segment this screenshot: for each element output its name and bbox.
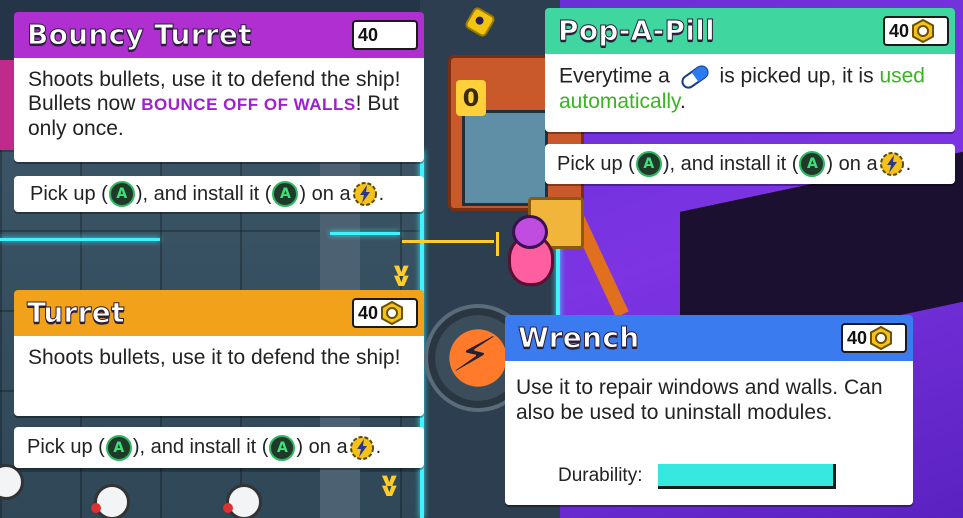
card-wrench: Wrench 40 Use it to repair windows and w… xyxy=(505,315,913,505)
enemy-robot xyxy=(223,484,262,518)
instruction-text: . xyxy=(378,182,385,205)
instruction-text: ), and install it ( xyxy=(132,436,269,458)
install-instructions: Pick up ( A ), and install it ( A ) on a… xyxy=(14,176,424,212)
hex-nut-icon xyxy=(380,301,404,325)
card-title: Turret xyxy=(27,296,125,330)
instruction-text: Pick up ( xyxy=(557,152,635,175)
lightning-slot-icon xyxy=(879,151,905,177)
lightning-slot-icon xyxy=(352,181,378,207)
card-pop-a-pill: Pop-A-Pill 40 Everytime a is picked up, … xyxy=(545,8,955,186)
card-description: Use it to repair windows and walls. Can … xyxy=(516,376,883,424)
a-button-icon: A xyxy=(799,151,826,177)
instruction-text: ) on a xyxy=(296,436,348,458)
install-instructions: Pick up ( A ), and install it ( A ) on a… xyxy=(545,144,955,184)
card-title: Pop-A-Pill xyxy=(557,14,716,48)
hex-nut-icon xyxy=(869,326,893,350)
durability-label: Durability: xyxy=(558,465,643,486)
card-description-panel: Shoots bullets, use it to defend the shi… xyxy=(14,58,424,162)
pill-icon xyxy=(678,64,712,90)
cost-value: 40 xyxy=(847,327,868,348)
guide-path xyxy=(402,240,494,243)
durability-bar xyxy=(658,464,836,489)
down-arrows-icon: ∨ ∨ xyxy=(389,260,414,291)
desc-text: Everytime a xyxy=(559,64,676,88)
card-description: Shoots bullets, use it to defend the shi… xyxy=(28,68,414,141)
cost-badge: 40 xyxy=(352,20,418,50)
machine-screen xyxy=(462,110,548,206)
a-button-icon: A xyxy=(635,151,662,177)
instruction-text: ), and install it ( xyxy=(135,182,272,205)
desc-highlight: BOUNCE OFF OF WALLS xyxy=(141,95,356,114)
instruction-text: . xyxy=(905,152,912,175)
card-description: Everytime a is picked up, it is used aut… xyxy=(559,64,945,114)
player-character xyxy=(500,215,556,286)
card-description-panel: Shoots bullets, use it to defend the shi… xyxy=(14,336,424,416)
card-description: Shoots bullets, use it to defend the shi… xyxy=(28,346,401,369)
cost-value: 40 xyxy=(358,302,379,323)
card-header: Wrench 40 xyxy=(505,315,913,361)
card-description-panel: Use it to repair windows and walls. Can … xyxy=(505,361,913,505)
neon-line xyxy=(0,238,160,241)
durability-fill xyxy=(658,464,833,486)
hex-nut-icon xyxy=(911,19,935,43)
desc-text: . xyxy=(680,90,686,113)
instruction-text: . xyxy=(375,436,382,458)
card-description-panel: Everytime a is picked up, it is used aut… xyxy=(545,54,955,132)
cost-badge: 40 xyxy=(883,16,949,46)
cost-value: 40 xyxy=(889,20,910,41)
card-title: Wrench xyxy=(517,321,640,355)
desc-text: is picked up, it is xyxy=(713,64,880,88)
cost-badge: 40 xyxy=(352,298,418,328)
a-button-icon: A xyxy=(108,181,135,207)
lightning-slot-icon xyxy=(349,435,375,461)
card-header: Pop-A-Pill 40 xyxy=(545,8,955,54)
card-header: Bouncy Turret 40 xyxy=(14,12,424,58)
card-header: Turret 40 xyxy=(14,290,424,336)
cost-badge: 40 xyxy=(841,323,907,353)
guide-path xyxy=(402,232,499,256)
neon-line xyxy=(330,232,400,235)
instruction-text: ) on a xyxy=(826,152,878,175)
a-button-icon: A xyxy=(272,181,299,207)
cost-value: 40 xyxy=(358,24,379,45)
instruction-text: Pick up ( xyxy=(30,182,108,205)
a-button-icon: A xyxy=(105,434,132,461)
card-bouncy-turret: Bouncy Turret 40 Shoots bullets, use it … xyxy=(14,12,424,212)
install-instructions: Pick up ( A ), and install it ( A ) on a… xyxy=(14,427,424,468)
instruction-text: ) on a xyxy=(299,182,351,205)
card-title: Bouncy Turret xyxy=(27,18,253,52)
enemy-robot xyxy=(91,484,130,518)
instruction-text: Pick up ( xyxy=(27,436,105,458)
a-button-icon: A xyxy=(269,434,296,461)
down-arrows-icon: ∨ ∨ xyxy=(377,470,402,501)
player-head xyxy=(512,215,548,249)
card-turret: Turret 40 Shoots bullets, use it to defe… xyxy=(14,290,424,468)
machine-counter: 0 xyxy=(456,80,486,116)
instruction-text: ), and install it ( xyxy=(662,152,799,175)
